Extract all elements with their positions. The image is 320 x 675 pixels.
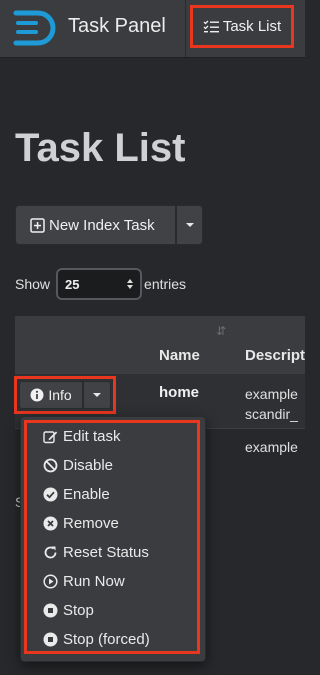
menu-item-edit-task[interactable]: Edit task — [43, 422, 150, 451]
length-menu: Show 25 entries — [15, 268, 186, 300]
brand-logo-icon[interactable] — [12, 9, 60, 47]
menu-item-label: Stop (forced) — [63, 631, 150, 648]
description-line: example — [245, 386, 298, 402]
entries-per-page-value: 25 — [65, 276, 80, 292]
menu-item-enable[interactable]: Enable — [43, 480, 150, 509]
column-header-description[interactable]: Descript — [245, 347, 305, 364]
new-index-task-button[interactable]: New Index Task — [15, 205, 176, 245]
menu-item-reset-status[interactable]: Reset Status — [43, 538, 150, 567]
plus-square-icon — [30, 217, 45, 233]
info-button-label: Info — [48, 387, 72, 403]
caret-down-icon — [93, 393, 101, 397]
task-name-cell[interactable]: home — [159, 384, 199, 401]
navbar: Task Panel Task List — [0, 0, 305, 58]
menu-item-stop[interactable]: Stop — [43, 596, 150, 625]
show-label: Show — [15, 276, 51, 292]
row-actions-dropdown-toggle[interactable] — [83, 381, 111, 409]
select-arrows-icon — [127, 279, 134, 289]
menu-item-label: Disable — [63, 457, 114, 474]
menu-item-label: Remove — [63, 515, 119, 532]
task-description-cell: example — [245, 439, 298, 455]
menu-item-label: Enable — [63, 486, 110, 503]
column-header-name[interactable]: Name — [159, 347, 200, 364]
stop-circle-icon — [43, 603, 58, 618]
description-line: scandir_ — [245, 406, 298, 422]
info-button[interactable]: Info — [19, 381, 83, 409]
info-circle-icon — [30, 388, 44, 402]
ban-icon — [43, 458, 58, 473]
nav-task-list-label: Task List — [222, 18, 282, 35]
table-header: ⇵ Name Descript — [15, 316, 305, 373]
row-actions-dropdown-menu: Edit task Disable Enable Remove Reset St… — [20, 416, 206, 662]
menu-item-disable[interactable]: Disable — [43, 451, 150, 480]
menu-item-label: Run Now — [63, 573, 125, 590]
menu-item-run-now[interactable]: Run Now — [43, 567, 150, 596]
new-index-task-label: New Index Task — [49, 216, 155, 234]
entries-label: entries — [144, 276, 187, 292]
caret-down-icon — [185, 223, 194, 227]
brand-title[interactable]: Task Panel — [68, 15, 166, 38]
nav-task-list-link[interactable]: Task List — [190, 5, 294, 48]
edit-icon — [43, 431, 58, 444]
menu-item-stop-forced[interactable]: Stop (forced) — [43, 625, 150, 654]
menu-item-label: Stop — [63, 602, 94, 619]
times-circle-icon — [43, 516, 58, 531]
refresh-icon — [44, 546, 57, 559]
menu-item-label: Reset Status — [63, 544, 149, 561]
new-task-dropdown-toggle[interactable] — [176, 205, 203, 245]
nav-divider — [185, 0, 186, 57]
menu-item-remove[interactable]: Remove — [43, 509, 150, 538]
new-task-button-group: New Index Task — [15, 205, 203, 245]
row-action-button-group: Info — [14, 376, 116, 414]
check-circle-icon — [43, 487, 58, 502]
sort-icon[interactable]: ⇵ — [216, 324, 226, 338]
menu-item-label: Edit task — [63, 428, 121, 445]
row-actions-menu-list: Edit task Disable Enable Remove Reset St… — [43, 422, 150, 654]
play-circle-icon — [43, 574, 58, 589]
task-description-cell: example scandir_ — [245, 384, 298, 424]
list-icon — [203, 20, 219, 32]
entries-per-page-select[interactable]: 25 — [56, 268, 143, 300]
page-title: Task List — [15, 126, 186, 170]
stop-circle-icon — [43, 632, 58, 647]
